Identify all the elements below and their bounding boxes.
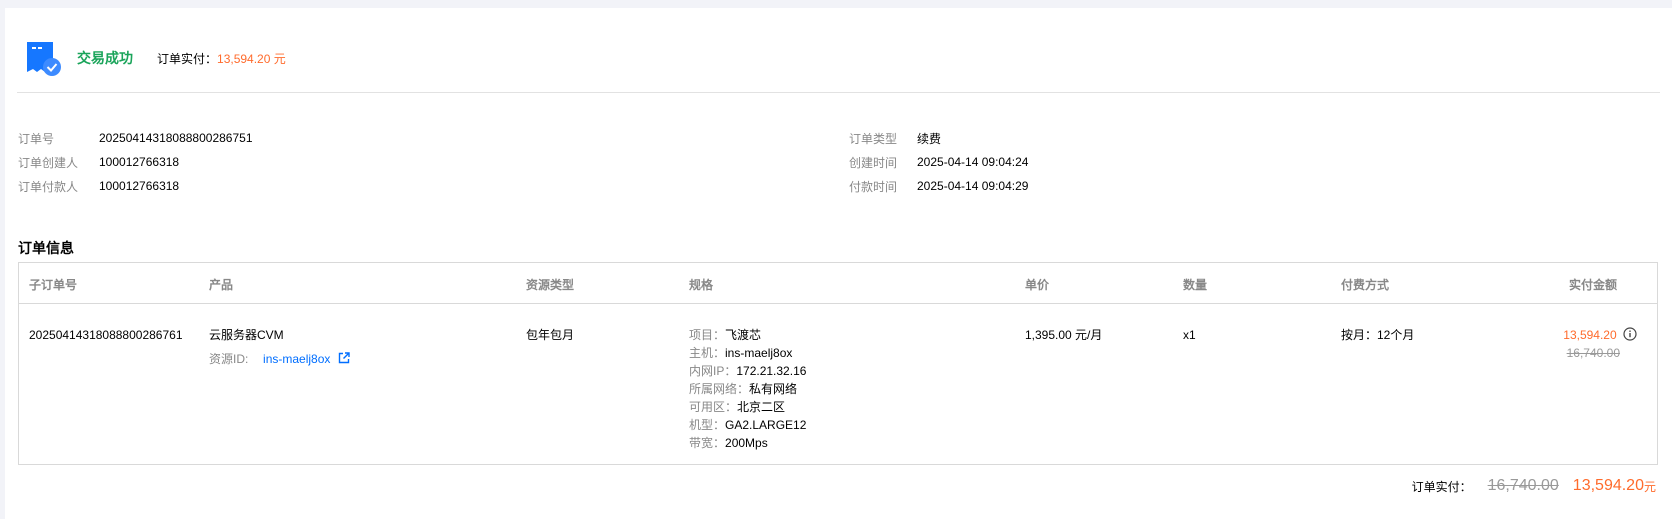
spec-private-ip: 内网IP：172.21.32.16	[689, 364, 807, 378]
status-text: 交易成功	[77, 50, 133, 66]
order-status-bar: 交易成功 订单实付： 13,594.20 元	[23, 36, 286, 80]
col-billing: 付费方式	[1341, 278, 1390, 292]
total-label: 订单实付：	[1411, 479, 1472, 494]
total-unit: 元	[1643, 479, 1656, 494]
resource-id-link[interactable]: ins-maelj8ox	[263, 352, 330, 366]
total-original: 16,740.00	[1487, 477, 1559, 494]
unit-price: 1,395.00 元/月	[1025, 328, 1103, 342]
order-info-left: 订单号 20250414318088800286751 订单创建人 100012…	[18, 126, 253, 198]
created-time-value: 2025-04-14 09:04:24	[917, 155, 1029, 169]
col-resource-type: 资源类型	[526, 278, 575, 292]
spec-instance-type: 机型：GA2.LARGE12	[689, 418, 807, 432]
order-info-right: 订单类型 续费 创建时间 2025-04-14 09:04:24 付款时间 20…	[849, 126, 1028, 198]
order-type-label: 订单类型	[849, 131, 898, 146]
order-table: 子订单号 产品 资源类型 规格 单价 数量 付费方式 实付金额 20250414…	[18, 262, 1658, 465]
order-payer-row: 订单付款人 100012766318	[18, 174, 253, 198]
paid-amount: 13,594.20 元	[217, 51, 286, 66]
order-payer-label: 订单付款人	[18, 179, 79, 194]
paid-amount-cell: 13,594.20 16,740.00	[1563, 326, 1637, 362]
order-type-value: 续费	[917, 131, 942, 146]
spec-project: 项目：飞渡芯	[689, 328, 762, 342]
col-spec: 规格	[689, 278, 714, 292]
col-paid-amount: 实付金额	[1568, 278, 1617, 292]
resource-id-label: 资源ID:	[209, 352, 249, 366]
product-cell: 云服务器CVM 资源ID: ins-maelj8ox	[209, 326, 350, 368]
sub-order-id: 20250414318088800286761	[29, 328, 183, 342]
resource-type: 包年包月	[526, 328, 575, 342]
resource-id-line: 资源ID: ins-maelj8ox	[209, 350, 350, 368]
col-quantity: 数量	[1183, 278, 1208, 292]
order-id-value: 20250414318088800286751	[99, 131, 253, 145]
paid-time-value: 2025-04-14 09:04:29	[917, 179, 1029, 193]
created-time-label: 创建时间	[849, 155, 898, 170]
row-original-amount: 16,740.00	[1566, 346, 1620, 360]
spec-zone: 可用区：北京二区	[689, 400, 786, 414]
info-icon[interactable]	[1623, 327, 1637, 341]
order-creator-label: 订单创建人	[18, 155, 79, 170]
receipt-check-icon	[23, 38, 63, 78]
quantity: x1	[1183, 328, 1196, 342]
paid-label: 订单实付：	[157, 51, 218, 66]
order-detail-card: 交易成功 订单实付： 13,594.20 元 订单号 2025041431808…	[5, 8, 1672, 519]
col-unit-price: 单价	[1025, 278, 1050, 292]
spec-host: 主机：ins-maelj8ox	[689, 346, 793, 360]
spec-bandwidth: 带宽：200Mps	[689, 436, 768, 450]
order-type-row: 订单类型 续费	[849, 126, 1028, 150]
order-creator-row: 订单创建人 100012766318	[18, 150, 253, 174]
billing-method: 按月：12个月	[1341, 328, 1415, 342]
created-time-row: 创建时间 2025-04-14 09:04:24	[849, 150, 1028, 174]
col-sub-order-id: 子订单号	[29, 278, 78, 292]
divider	[17, 92, 1660, 93]
row-paid-amount: 13,594.20	[1563, 328, 1617, 342]
paid-time-label: 付款时间	[849, 179, 898, 194]
order-creator-value: 100012766318	[99, 155, 180, 169]
total-paid: 13,594.20	[1572, 477, 1644, 494]
paid-time-row: 付款时间 2025-04-14 09:04:29	[849, 174, 1028, 198]
spec-network: 所属网络：私有网络	[689, 382, 798, 396]
product-name: 云服务器CVM	[209, 328, 284, 342]
table-header: 子订单号 产品 资源类型 规格 单价 数量 付费方式 实付金额	[19, 263, 1657, 304]
external-link-icon[interactable]	[338, 351, 350, 364]
order-total-footer: 订单实付： 16,740.00 13,594.20 元	[1412, 477, 1656, 495]
spec-cell: 项目：飞渡芯 主机：ins-maelj8ox 内网IP：172.21.32.16…	[689, 326, 806, 452]
order-id-row: 订单号 20250414318088800286751	[18, 126, 253, 150]
col-product: 产品	[209, 278, 234, 292]
section-title: 订单信息	[18, 240, 74, 256]
order-payer-value: 100012766318	[99, 179, 180, 193]
order-id-label: 订单号	[18, 131, 55, 146]
